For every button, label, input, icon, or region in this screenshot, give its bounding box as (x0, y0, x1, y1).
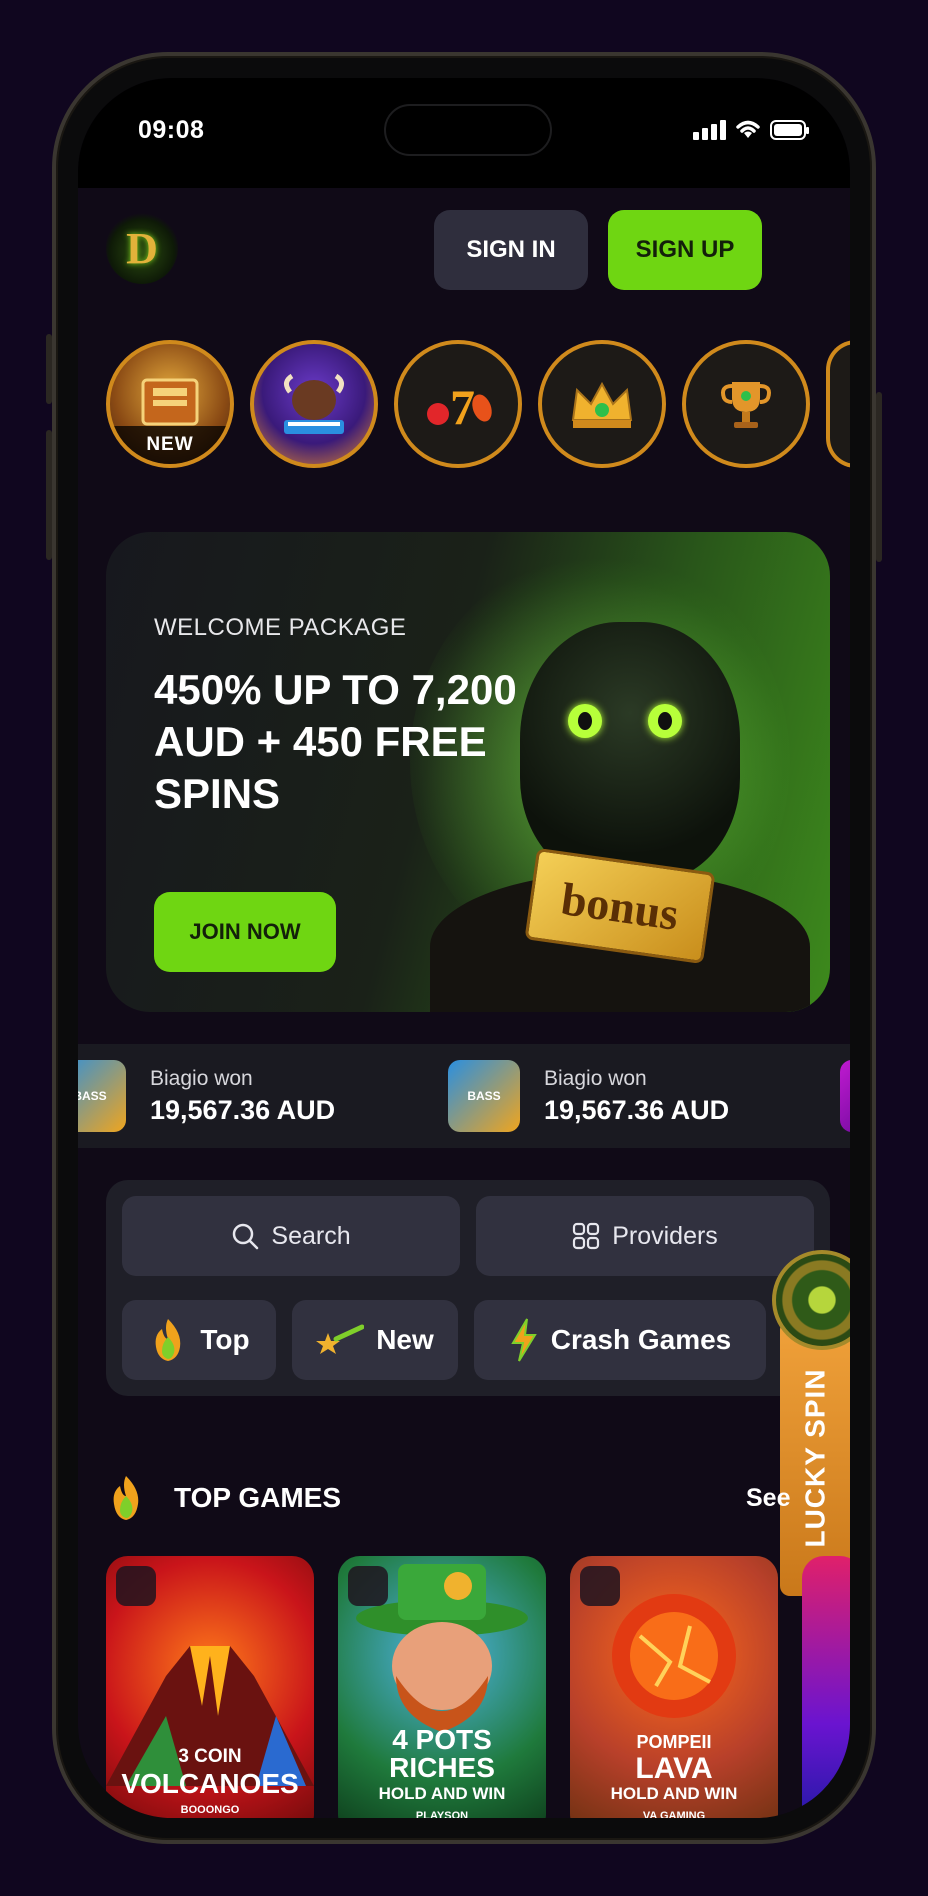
game-filter-panel: Search Providers Top New Crash Games (106, 1180, 830, 1396)
dragon-eye-right (648, 704, 682, 738)
game-card-4-pots-riches[interactable]: 4 POTS RICHES HOLD AND WIN PLAYSON (338, 1556, 546, 1818)
casino-logo[interactable]: D (106, 212, 178, 284)
search-label: Search (271, 1221, 351, 1250)
game-card-pompeii-lava[interactable]: POMPEII LAVA HOLD AND WIN VA GAMING (570, 1556, 778, 1818)
side-button-volume-up (46, 430, 52, 560)
favorite-toggle[interactable] (348, 1566, 388, 1606)
game-provider: PLAYSON (415, 1810, 469, 1818)
shooting-star-icon (316, 1324, 365, 1354)
category-crash-games[interactable]: Crash Games (474, 1300, 766, 1380)
category-label: Crash Games (550, 1324, 732, 1355)
banner-subtitle: WELCOME PACKAGE (154, 614, 407, 641)
status-bar: 09:08 (78, 78, 850, 188)
story-book-of-the-dead[interactable]: NEW (106, 340, 234, 468)
game-feature: HOLD AND WIN (610, 1784, 738, 1803)
join-now-button[interactable]: JOIN NOW (154, 892, 336, 972)
search-icon (233, 1223, 259, 1250)
story-new-tag: NEW (110, 426, 230, 464)
lightning-icon (510, 1318, 537, 1362)
category-top[interactable]: Top (122, 1300, 276, 1380)
top-games-fire-icon (106, 1474, 146, 1532)
winner-amount: 19,567.36 AUD (544, 1094, 730, 1125)
favorite-toggle[interactable] (116, 1566, 156, 1606)
game-card-partial[interactable] (802, 1556, 850, 1818)
story-buffalo-power[interactable] (250, 340, 378, 468)
lucky-spin-widget[interactable]: LUCKY SPIN (772, 1250, 850, 1596)
fire-icon (155, 1319, 181, 1361)
dynamic-island (384, 104, 552, 156)
category-label: New (376, 1324, 434, 1355)
side-button-power (876, 392, 882, 562)
winner-item: BASS Biagio won 19,567.36 AUD (448, 1060, 729, 1132)
category-new[interactable]: New (292, 1300, 458, 1380)
sign-up-button[interactable]: SIGN UP (608, 210, 762, 290)
lucky-spin-label: LUCKY SPIN (800, 1368, 832, 1548)
story-tournaments[interactable] (682, 340, 810, 468)
favorite-toggle[interactable] (580, 1566, 620, 1606)
winner-amount: 19,567.36 AUD (150, 1094, 336, 1125)
sign-in-button[interactable]: SIGN IN (434, 210, 588, 290)
buffalo-icon (254, 344, 374, 464)
game-provider: BOOONGO (180, 1804, 240, 1816)
stories-row: NEW 7 (106, 340, 850, 468)
story-vip[interactable] (538, 340, 666, 468)
top-games-row: 3 COIN VOLCANOES BOOONGO 4 POTS RICHES H… (106, 1556, 850, 1818)
see-all-link[interactable]: See (746, 1484, 790, 1513)
screen: 09:08 D SIGN IN SIGN UP NEW 7 bonus WELC… (78, 78, 850, 1818)
signal-icon (693, 120, 726, 140)
game-provider: VA GAMING (642, 1810, 706, 1818)
lucky-spin-tab[interactable]: LUCKY SPIN (780, 1320, 850, 1596)
providers-button[interactable]: Providers (476, 1196, 814, 1276)
welcome-banner[interactable]: bonus WELCOME PACKAGE 450% UP TO 7,200 A… (106, 532, 830, 1012)
game-thumbnail: BASS (448, 1060, 520, 1132)
winner-item: BASS Biagio won 19,567.36 AUD (78, 1060, 335, 1132)
status-icons (693, 118, 809, 140)
game-title-line1: 3 COIN (178, 1746, 242, 1767)
story-partial[interactable] (826, 340, 850, 468)
status-time: 09:08 (138, 116, 205, 144)
winner-name: Biagio won (150, 1066, 253, 1090)
winner-thumb-partial (840, 1060, 850, 1132)
wifi-icon (736, 120, 760, 138)
category-label: Top (200, 1324, 250, 1355)
game-title-line2: RICHES (389, 1752, 495, 1783)
top-games-title: TOP GAMES (174, 1482, 342, 1513)
game-title-line2: LAVA (635, 1752, 713, 1785)
search-button[interactable]: Search (122, 1196, 460, 1276)
game-thumbnail: BASS (78, 1060, 126, 1132)
battery-icon (770, 120, 809, 140)
game-feature: HOLD AND WIN (378, 1784, 506, 1803)
providers-label: Providers (612, 1221, 718, 1250)
crown-icon (542, 344, 662, 464)
story-slots[interactable]: 7 (394, 340, 522, 468)
logo-letter: D (126, 223, 158, 273)
phone-frame: 09:08 D SIGN IN SIGN UP NEW 7 bonus WELC… (52, 52, 876, 1844)
game-title-line1: POMPEII (636, 1732, 712, 1752)
winners-ticker: BASS Biagio won 19,567.36 AUD BASS Biagi… (78, 1044, 850, 1148)
seven-cherry-icon: 7 (398, 344, 518, 464)
winner-name: Biagio won (544, 1066, 647, 1090)
game-title-line2: VOLCANOES (121, 1768, 299, 1799)
trophy-icon (686, 344, 806, 464)
game-card-3-coin-volcanoes[interactable]: 3 COIN VOLCANOES BOOONGO (106, 1556, 314, 1818)
svg-text:7: 7 (450, 379, 475, 434)
banner-title: 450% UP TO 7,200 AUD + 450 FREE SPINS (154, 666, 517, 817)
grid-icon (573, 1222, 600, 1250)
side-button-action (46, 334, 52, 404)
